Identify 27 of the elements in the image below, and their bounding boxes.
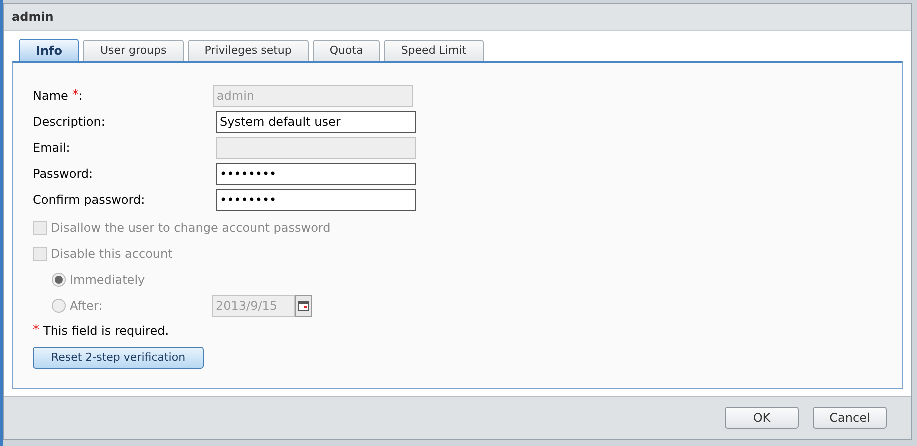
required-mark: *: [72, 87, 79, 106]
field-label: Name: [33, 88, 68, 105]
field-label: :: [78, 88, 84, 105]
dialog-button[interactable]: Cancel: [813, 407, 887, 429]
field-label: Password:: [33, 166, 94, 183]
input-field[interactable]: System default user: [216, 111, 416, 133]
calendar-button[interactable]: [295, 295, 312, 317]
tab[interactable]: Speed Limit: [384, 40, 484, 61]
tab[interactable]: Quota: [312, 40, 380, 61]
window-title: admin: [12, 9, 54, 26]
dialog-button[interactable]: OK: [725, 407, 799, 429]
field-label: Confirm password:: [33, 192, 146, 209]
reset-verification-button[interactable]: Reset 2-step verification: [33, 347, 204, 369]
tab[interactable]: Privileges setup: [188, 40, 309, 61]
tab[interactable]: User groups: [83, 40, 184, 61]
required-mark: *: [33, 322, 40, 340]
tab[interactable]: Info: [19, 39, 80, 61]
input-field[interactable]: ••••••••: [216, 163, 416, 185]
option-label: Disable this account: [51, 246, 173, 263]
field-label: Email:: [33, 140, 72, 157]
field-label: Description:: [33, 114, 106, 131]
option-label: Immediately: [70, 272, 146, 289]
calendar-icon: [298, 301, 309, 311]
input-field[interactable]: ••••••••: [216, 189, 416, 211]
option-label: Disallow the user to change account password: [51, 220, 331, 237]
required-note: This field is required.: [44, 323, 170, 340]
option-label: After:: [70, 298, 104, 315]
